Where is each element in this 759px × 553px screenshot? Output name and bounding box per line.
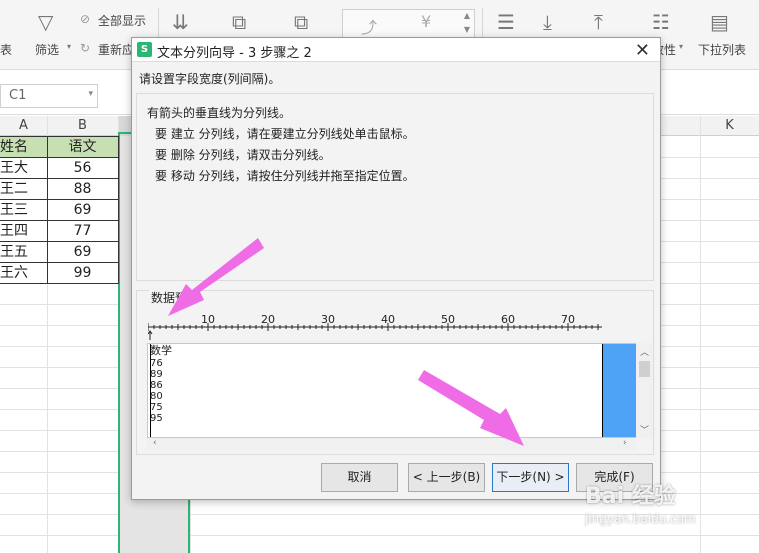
wps-app-icon: S	[137, 42, 152, 57]
text-to-columns-icon[interactable]: ☰	[497, 12, 515, 32]
horizontal-scrollbar[interactable]: ‹ ›	[147, 438, 636, 450]
preview-line: 75	[150, 402, 163, 413]
ribbon-cut-label: 表	[0, 43, 13, 57]
column-header-a[interactable]: A	[0, 116, 47, 136]
instruction-line: 要 删除 分列线，请双击分列线。	[155, 148, 331, 162]
dropdown-list-icon[interactable]: ▤	[710, 12, 729, 32]
preview-line: 95	[150, 413, 163, 424]
filter-button[interactable]: 筛选	[35, 41, 59, 58]
reject-duplicates-icon[interactable]: ⧉	[294, 12, 308, 32]
show-all-button[interactable]: 全部显示	[98, 12, 146, 29]
instruction-line: 要 移动 分列线，请按住分列线并拖至指定位置。	[155, 169, 415, 183]
baidu-watermark: Bai 经验	[585, 484, 676, 509]
reapply-button[interactable]: 重新应	[98, 41, 134, 58]
filter-chevron-icon[interactable]: ▾	[67, 42, 71, 51]
dialog-prompt: 请设置字段宽度(列间隔)。	[139, 72, 281, 86]
grid-line	[0, 535, 759, 536]
cancel-button[interactable]: 取消	[321, 463, 398, 492]
preview-line: 80	[150, 391, 163, 402]
text-to-columns-dialog: S 文本分列向导 - 3 步骤之 2 ✕ 请设置字段宽度(列间隔)。 有箭头的垂…	[131, 37, 661, 500]
table-border	[0, 241, 118, 242]
table-border	[0, 157, 118, 158]
close-icon[interactable]: ✕	[635, 40, 650, 61]
preview-selection-strip	[603, 344, 637, 437]
back-button[interactable]: < 上一步(B)	[408, 463, 485, 492]
scroll-down-icon[interactable]: ﹀	[640, 423, 649, 436]
format-dropdown[interactable]: ⤴ ¥ ▲ ▼	[342, 9, 475, 39]
export-icon[interactable]: ⤒	[594, 12, 603, 32]
instructions-panel: 有箭头的垂直线为分列线。 要 建立 分列线，请在要建立分列线处单击鼠标。 要 删…	[136, 93, 654, 281]
name-box[interactable]: C1 ▾	[0, 84, 98, 108]
spin-down-icon[interactable]: ▼	[464, 25, 470, 34]
dropdown-list-button[interactable]: 下拉列表	[698, 41, 746, 58]
validation-icon[interactable]: ☷	[652, 12, 670, 32]
table-border	[0, 262, 118, 263]
scroll-right-icon[interactable]: ›	[623, 438, 627, 448]
table-border	[0, 178, 118, 179]
validation-chevron-icon[interactable]: ▾	[679, 42, 683, 51]
preview-data-area[interactable]: 数学 76 89 86 80 75 95	[147, 343, 638, 438]
dialog-title-bar[interactable]: S 文本分列向导 - 3 步骤之 2 ✕	[132, 38, 660, 62]
data-preview-group: 数据预 10 20 30 40 50 60 70 数学 76 89 86 80 …	[136, 289, 654, 455]
table-border	[0, 199, 118, 200]
show-all-icon[interactable]: ⊘	[80, 12, 90, 26]
grid-line	[700, 116, 701, 553]
chevron-down-icon[interactable]: ▾	[88, 89, 93, 99]
preview-line: 89	[150, 369, 163, 380]
funnel-icon[interactable]: ▽	[38, 12, 53, 32]
preview-line: 76	[150, 358, 163, 369]
next-button[interactable]: 下一步(N) >	[492, 463, 569, 492]
name-box-value: C1	[9, 88, 27, 103]
spin-up-icon[interactable]: ▲	[464, 11, 470, 20]
column-ruler[interactable]: 10 20 30 40 50 60 70	[148, 313, 604, 341]
highlight-duplicates-icon[interactable]: ⧉	[232, 12, 246, 32]
preview-label: 数据预	[149, 289, 190, 306]
vertical-scrollbar[interactable]: ︿ ﹀	[636, 343, 653, 438]
scroll-thumb[interactable]	[639, 361, 650, 377]
dialog-title: 文本分列向导 - 3 步骤之 2	[157, 46, 312, 61]
instruction-line: 有箭头的垂直线为分列线。	[147, 106, 292, 120]
scroll-up-icon[interactable]: ︿	[640, 345, 649, 358]
preview-line: 86	[150, 380, 163, 391]
table-border	[0, 220, 118, 221]
scroll-left-icon[interactable]: ‹	[153, 438, 157, 448]
column-header-b[interactable]: B	[47, 116, 118, 136]
preview-line: 数学	[150, 344, 172, 357]
currency-icon: ¥	[421, 12, 432, 31]
column-header-k[interactable]: K	[700, 116, 759, 136]
chart-trend-icon: ⤴	[361, 18, 378, 37]
instruction-line: 要 建立 分列线，请在要建立分列线处单击鼠标。	[155, 127, 415, 141]
import-icon[interactable]: ⤓	[543, 12, 552, 32]
reapply-icon[interactable]: ↻	[80, 41, 90, 55]
watermark-url: jingyan.baidu.com	[585, 512, 696, 526]
ruler-ticks	[148, 323, 602, 340]
sort-icon[interactable]: ⇊	[172, 12, 189, 32]
